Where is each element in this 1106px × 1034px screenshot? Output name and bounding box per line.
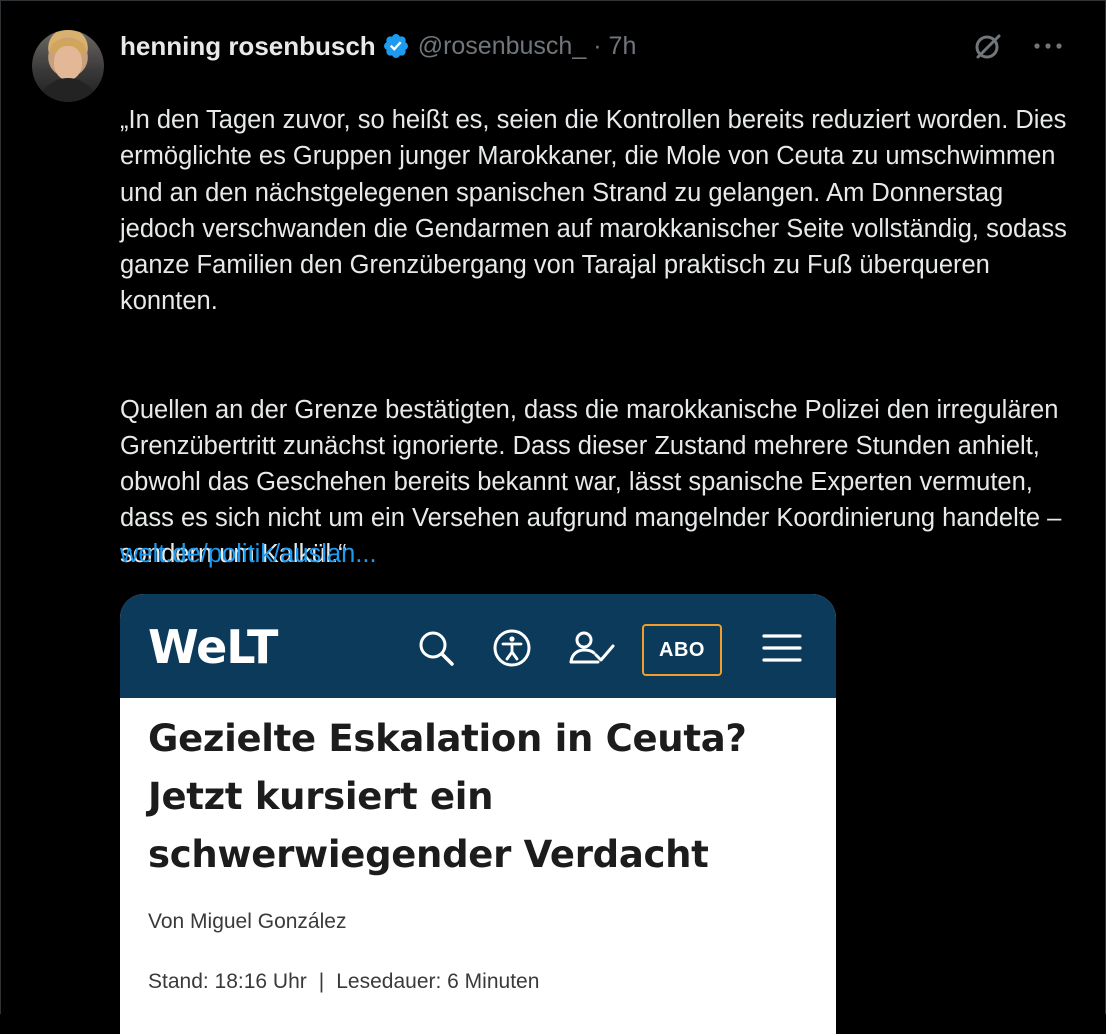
accessibility-icon — [492, 628, 532, 668]
article-read-time: Lesedauer: 6 Minuten — [336, 970, 540, 993]
abo-button: ABO — [642, 624, 722, 676]
search-icon — [416, 628, 456, 668]
tweet-header-actions — [968, 28, 1068, 64]
meta-separator: | — [318, 970, 325, 993]
header-separator: · — [593, 31, 602, 60]
article-meta: Stand: 18:16 Uhr | Lesedauer: 6 Minuten — [148, 970, 539, 994]
hamburger-menu-icon — [762, 628, 802, 668]
avatar-shoulders — [38, 78, 98, 102]
welt-header-bar: WeLT ABO — [120, 594, 836, 698]
tweet-text: „In den Tagen zuvor, so heißt es, seien … — [120, 66, 1080, 609]
article-author: Von Miguel González — [148, 910, 347, 933]
tweet-timestamp[interactable]: 7h — [609, 32, 637, 61]
avatar[interactable] — [32, 30, 104, 102]
tweet-paragraph-1: „In den Tagen zuvor, so heißt es, seien … — [120, 106, 1067, 316]
article-headline: Gezielte Eskalation in Ceuta? Jetzt kurs… — [148, 717, 747, 876]
more-options-icon[interactable] — [1028, 28, 1068, 64]
article-stand: Stand: 18:16 Uhr — [148, 970, 307, 993]
avatar-face — [54, 46, 82, 80]
welt-logo: WeLT — [148, 620, 278, 674]
verified-badge-icon[interactable] — [382, 32, 410, 60]
slashed-circle-icon[interactable] — [968, 28, 1008, 64]
tweet[interactable]: henning rosenbusch @rosenbusch_ · 7h „In… — [0, 0, 1106, 1034]
tweet-header: henning rosenbusch @rosenbusch_ · 7h — [120, 28, 636, 64]
link-preview-card[interactable]: WeLT ABO Gezielte Eskalation in Ceuta? J… — [120, 594, 836, 1034]
user-login-icon — [568, 628, 616, 668]
user-handle[interactable]: @rosenbusch_ — [418, 32, 587, 61]
article-link[interactable]: welt.de/politik/auslan... — [120, 534, 377, 574]
display-name[interactable]: henning rosenbusch — [120, 31, 376, 62]
